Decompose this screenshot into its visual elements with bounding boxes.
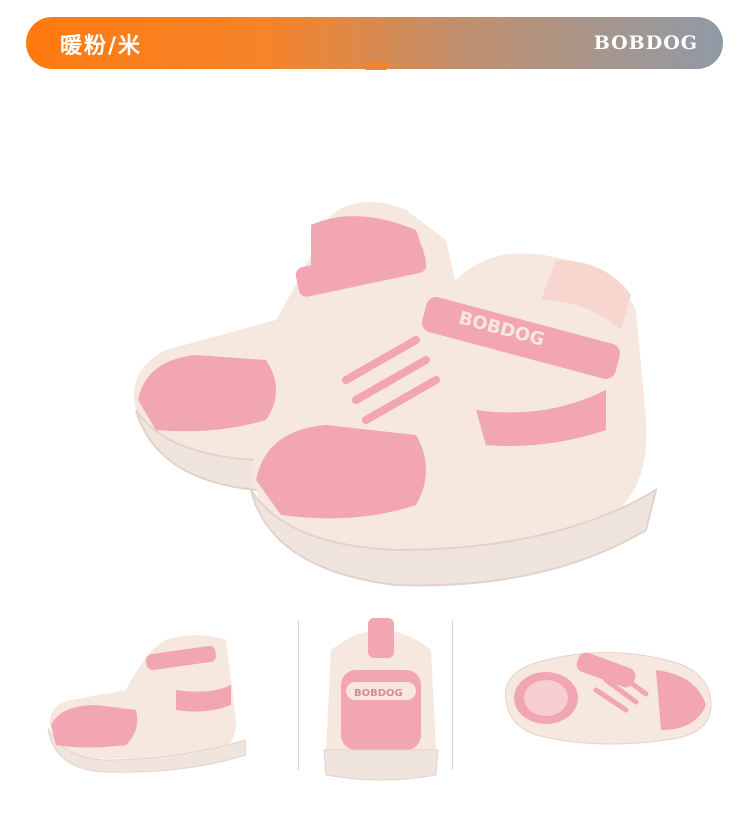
side-view-shoe [47, 635, 247, 773]
thumbnail-strip: BOBDOG [26, 610, 723, 800]
color-title: 暖粉/米 [60, 34, 143, 59]
thumbnail-divider-1 [298, 620, 299, 770]
hero-product-image: BOBDOG [26, 70, 723, 600]
thumbnail-divider-2 [452, 620, 453, 770]
thumbnail-top-view[interactable] [486, 610, 723, 800]
shoe-pair-illustration: BOBDOG [134, 202, 658, 587]
back-logo-text: BOBDOG [354, 688, 403, 699]
brand-name: BOBDOG [593, 32, 698, 54]
top-view-shoe [505, 652, 712, 745]
thumbnail-side-view[interactable] [26, 610, 247, 800]
back-view-shoe: BOBDOG [323, 618, 439, 781]
thumbnail-back-view[interactable]: BOBDOG [276, 610, 486, 800]
